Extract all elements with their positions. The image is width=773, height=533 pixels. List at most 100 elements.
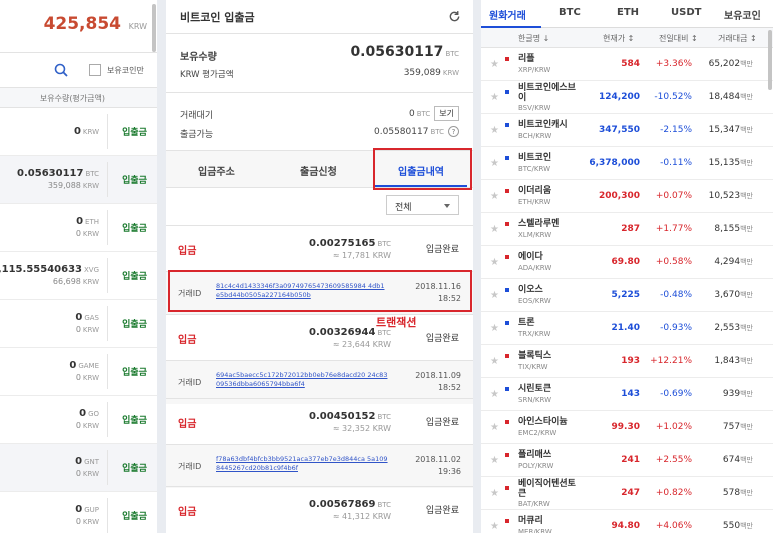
- coin-change: +1.02%: [655, 422, 692, 432]
- balance-row[interactable]: 0.05630117 BTC 359,088 KRW 입출금: [0, 156, 157, 204]
- favorite-star-icon[interactable]: ★: [490, 488, 499, 499]
- history-filter-select[interactable]: 전체: [386, 195, 459, 215]
- history-kind: 입금: [178, 419, 197, 430]
- scrollbar-thumb[interactable]: [768, 30, 772, 90]
- favorite-star-icon[interactable]: ★: [490, 224, 499, 235]
- market-row[interactable]: ★ 비트코인캐시 BCH/KRW 347,550 -2.15% 15,347백만: [481, 114, 773, 147]
- balance-row[interactable]: 0 GUP 0 KRW 입출금: [0, 492, 157, 533]
- balance-row[interactable]: 0 GAME 0 KRW 입출금: [0, 348, 157, 396]
- deposit-withdraw-link[interactable]: 입출금: [122, 173, 147, 186]
- deposit-withdraw-link[interactable]: 입출금: [122, 509, 147, 522]
- market-row[interactable]: ★ 비트코인 BTC/KRW 6,378,000 -0.11% 15,135백만: [481, 147, 773, 180]
- favorite-star-icon[interactable]: ★: [490, 125, 499, 136]
- balance-panel: 425,854 KRW 보유코인만 보유수량(평가금액) 0 KRW 입출금 0.05…: [0, 0, 157, 533]
- trend-marker-icon: [505, 90, 509, 94]
- history-status: 입금완료: [425, 245, 459, 255]
- balance-row[interactable]: 0 KRW 입출금: [0, 108, 157, 156]
- tab-krw-market[interactable]: 원화거래: [489, 7, 526, 22]
- deposit-withdraw-link[interactable]: 입출금: [122, 461, 147, 474]
- favorite-star-icon[interactable]: ★: [490, 521, 499, 532]
- balance-row[interactable]: ,115.55540633 XVG 66,698 KRW 입출금: [0, 252, 157, 300]
- col-price[interactable]: 현재가 ↕: [603, 33, 634, 44]
- deposit-withdraw-link[interactable]: 입출금: [122, 221, 147, 234]
- tab-withdraw-request[interactable]: 출금신청: [300, 163, 337, 178]
- tab-usdt-market[interactable]: USDT: [671, 7, 701, 18]
- tab-btc-market[interactable]: BTC: [559, 7, 581, 18]
- balance-row[interactable]: 0 GO 0 KRW 입출금: [0, 396, 157, 444]
- market-row[interactable]: ★ 트론 TRX/KRW 21.40 -0.93% 2,553백만: [481, 312, 773, 345]
- view-pending-button[interactable]: 보기: [434, 106, 459, 121]
- trend-marker-icon: [505, 486, 509, 490]
- balance-amount: 0 GAME: [69, 360, 99, 371]
- balance-row[interactable]: 0 ETH 0 KRW 입출금: [0, 204, 157, 252]
- coin-symbol: ADA/KRW: [518, 264, 552, 272]
- coin-price: 5,225: [611, 290, 640, 300]
- history-krw: ≈ 23,644 KRW: [332, 340, 391, 349]
- market-row[interactable]: ★ 블록틱스 TIX/KRW 193 +12.21% 1,843백만: [481, 345, 773, 378]
- deposit-withdraw-link[interactable]: 입출금: [122, 317, 147, 330]
- trend-marker-icon: [505, 123, 509, 127]
- trend-marker-icon: [505, 255, 509, 259]
- market-row[interactable]: ★ 리플 XRP/KRW 584 +3.36% 65,202백만: [481, 48, 773, 81]
- col-volume[interactable]: 거래대금 ↕: [718, 33, 757, 44]
- favorite-star-icon[interactable]: ★: [490, 422, 499, 433]
- favorite-star-icon[interactable]: ★: [490, 323, 499, 334]
- coin-name: 머큐리: [518, 516, 543, 526]
- history-filter-value: 전체: [395, 203, 412, 213]
- coin-change: +12.21%: [650, 356, 692, 366]
- transaction-id-link[interactable]: f78a63dbf4bfcb3bb9521aca377eb7e3d844ca 5…: [216, 455, 388, 473]
- history-time: 19:36: [437, 467, 461, 476]
- market-row[interactable]: ★ 머큐리 MER/KRW 94.80 +4.06% 550백만: [481, 510, 773, 533]
- col-name[interactable]: 한글명 ↓: [518, 33, 549, 44]
- coin-volume: 15,347백만: [708, 125, 753, 135]
- deposit-withdraw-link[interactable]: 입출금: [122, 413, 147, 426]
- tab-deposit-address[interactable]: 입금주소: [198, 163, 235, 178]
- coin-symbol: MER/KRW: [518, 528, 552, 533]
- balance-row[interactable]: 0 GNT 0 KRW 입출금: [0, 444, 157, 492]
- favorite-star-icon[interactable]: ★: [490, 389, 499, 400]
- holdings-only-checkbox[interactable]: [89, 64, 101, 76]
- transaction-id-link[interactable]: 694ac5baecc5c172b72012bb0eb76e8dacd20 24…: [216, 371, 388, 389]
- market-row[interactable]: ★ 에이다 ADA/KRW 69.80 +0.58% 4,294백만: [481, 246, 773, 279]
- market-row[interactable]: ★ 이더리움 ETH/KRW 200,300 +0.07% 10,523백만: [481, 180, 773, 213]
- favorite-star-icon[interactable]: ★: [490, 158, 499, 169]
- refresh-icon[interactable]: [448, 10, 461, 23]
- balance-krw: 0 KRW: [75, 229, 99, 238]
- coin-change: -2.15%: [660, 125, 692, 135]
- market-row[interactable]: ★ 이오스 EOS/KRW 5,225 -0.48% 3,670백만: [481, 279, 773, 312]
- deposit-withdraw-link[interactable]: 입출금: [122, 365, 147, 378]
- history-amount: 0.00275165 BTC: [309, 238, 391, 249]
- market-row[interactable]: ★ 아인스타이늄 EMC2/KRW 99.30 +1.02% 757백만: [481, 411, 773, 444]
- favorite-star-icon[interactable]: ★: [490, 59, 499, 70]
- coin-name: 시린토큰: [518, 384, 552, 394]
- favorite-star-icon[interactable]: ★: [490, 191, 499, 202]
- market-row[interactable]: ★ 시린토큰 SRN/KRW 143 -0.69% 939백만: [481, 378, 773, 411]
- coin-symbol: EOS/KRW: [518, 297, 551, 305]
- favorite-star-icon[interactable]: ★: [490, 257, 499, 268]
- tab-eth-market[interactable]: ETH: [617, 7, 639, 18]
- coin-price: 287: [621, 224, 640, 234]
- deposit-withdraw-link[interactable]: 입출금: [122, 125, 147, 138]
- favorite-star-icon[interactable]: ★: [490, 455, 499, 466]
- coin-price: 21.40: [611, 323, 640, 333]
- market-row[interactable]: ★ 비트코인에스브이 BSV/KRW 124,200 -10.52% 18,484백만: [481, 81, 773, 114]
- market-row[interactable]: ★ 베이직어텐션토큰 BAT/KRW 247 +0.82% 578백만: [481, 477, 773, 510]
- scrollbar-thumb[interactable]: [152, 4, 156, 52]
- favorite-star-icon[interactable]: ★: [490, 290, 499, 301]
- transaction-annotation: 트랜잭션: [376, 316, 417, 329]
- coin-symbol: POLY/KRW: [518, 462, 554, 470]
- balance-krw: 66,698 KRW: [52, 277, 99, 286]
- col-change[interactable]: 전일대비 ↕: [659, 33, 698, 44]
- balance-row[interactable]: 0 GAS 0 KRW 입출금: [0, 300, 157, 348]
- market-row[interactable]: ★ 스텔라루멘 XLM/KRW 287 +1.77% 8,155백만: [481, 213, 773, 246]
- history-krw: ≈ 17,781 KRW: [332, 251, 391, 260]
- favorite-star-icon[interactable]: ★: [490, 92, 499, 103]
- tab-holdings[interactable]: 보유코인: [724, 7, 761, 22]
- coin-change: -0.93%: [660, 323, 692, 333]
- market-row[interactable]: ★ 폴리매쓰 POLY/KRW 241 +2.55% 674백만: [481, 444, 773, 477]
- deposit-withdraw-link[interactable]: 입출금: [122, 269, 147, 282]
- help-icon[interactable]: ?: [448, 126, 459, 137]
- coin-name: 트론: [518, 318, 535, 328]
- favorite-star-icon[interactable]: ★: [490, 356, 499, 367]
- search-icon[interactable]: [54, 63, 68, 77]
